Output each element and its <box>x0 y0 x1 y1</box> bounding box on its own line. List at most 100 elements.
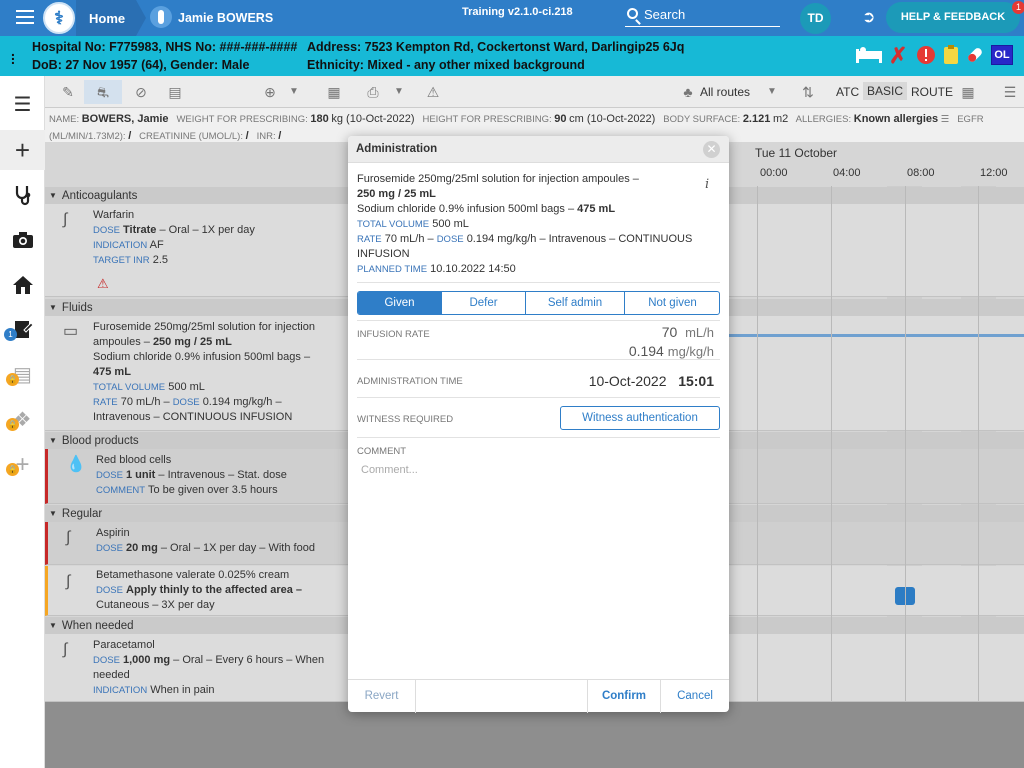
comment-input[interactable]: Comment... <box>361 464 418 476</box>
document-icon[interactable]: ▤ <box>163 80 187 104</box>
confirm-button[interactable]: Confirm <box>587 680 661 713</box>
list-view-icon[interactable]: ☰ <box>0 85 45 125</box>
name-label: NAME: <box>49 114 80 125</box>
creatinine-value: / <box>245 130 249 142</box>
comment-label: COMMENT <box>357 446 407 457</box>
oral-route-icon: ∫ <box>63 641 68 658</box>
search-field[interactable]: Search <box>625 5 780 27</box>
not-given-option[interactable]: Not given <box>625 292 719 314</box>
patient-name-crumb[interactable]: Jamie BOWERS <box>178 11 273 25</box>
allergies-label: ALLERGIES: <box>795 114 852 125</box>
total-volume-key: TOTAL VOLUME <box>357 219 430 230</box>
home-tab[interactable]: Home <box>76 0 136 36</box>
more-menu-icon[interactable]: ☰ <box>998 80 1022 104</box>
dialog-title: Administration <box>356 143 438 155</box>
print-icon[interactable]: ⎙ <box>361 80 385 104</box>
hour-label: 08:00 <box>907 167 935 179</box>
dose-rate-input[interactable]: 0.194 mg/kg/h <box>629 343 714 359</box>
grid-view-icon[interactable]: ▦ <box>956 80 980 104</box>
oral-route-icon: ∫ <box>63 211 68 228</box>
defer-option[interactable]: Defer <box>442 292 526 314</box>
self-admin-option[interactable]: Self admin <box>526 292 625 314</box>
hospital-number: Hospital No: F775983, NHS No: ###-###-##… <box>32 40 298 54</box>
hamburger-menu-icon[interactable] <box>16 10 34 24</box>
ol-badge-icon[interactable]: OL <box>991 45 1013 65</box>
administer-icon[interactable]: ⛐ <box>84 80 122 104</box>
route-view-button[interactable]: ROUTE <box>911 85 953 99</box>
witness-authentication-button[interactable]: Witness authentication <box>560 406 720 430</box>
calendar-icon[interactable]: ▦ <box>322 80 346 104</box>
egfr-label: EGFR <box>957 114 984 125</box>
administration-status-toggle: Given Defer Self admin Not given <box>357 291 720 315</box>
hour-label: 04:00 <box>833 167 861 179</box>
close-icon[interactable]: ✕ <box>703 141 720 158</box>
dose-detail: – Intravenous – Stat. dose <box>155 469 287 481</box>
routes-select[interactable]: All routes <box>700 85 750 99</box>
infusion-timeline-bar[interactable] <box>728 334 1024 337</box>
pill-icon[interactable] <box>965 45 985 67</box>
sidebar-count-badge: 1 <box>4 328 17 341</box>
dose-value: 0.194 mg/kg/h – Intravenous – CONTINUOUS <box>466 233 693 245</box>
med-name: Paracetamol <box>93 639 155 651</box>
cancel-button[interactable]: Cancel <box>661 680 729 713</box>
date-of-birth: DoB: 27 Nov 1957 (64), Gender: Male <box>32 58 250 72</box>
indication-key: INDICATION <box>93 240 148 251</box>
add-icon[interactable]: + <box>0 130 45 170</box>
stethoscope-icon[interactable] <box>0 175 45 215</box>
sort-icon[interactable]: ⇅ <box>796 80 820 104</box>
rate-input[interactable]: 70 mL/h <box>662 324 714 340</box>
infusion-rate-label: INFUSION RATE <box>357 329 430 340</box>
planned-time-key: PLANNED TIME <box>357 264 428 275</box>
route-detail: Intravenous – CONTINUOUS INFUSION <box>93 411 293 423</box>
med-name: Aspirin <box>96 527 130 539</box>
dose-key: DOSE <box>436 234 464 245</box>
lock-icon: 🔒 <box>6 463 19 476</box>
logout-icon[interactable]: ➲ <box>862 10 880 26</box>
given-option[interactable]: Given <box>358 292 442 314</box>
topical-route-icon: ∫ <box>66 573 71 590</box>
bed-icon[interactable] <box>855 45 883 67</box>
height-value: 90 <box>554 113 567 125</box>
allergies-list-icon[interactable]: ☰ <box>941 114 950 125</box>
warning-icon[interactable]: ⚠ <box>97 276 109 291</box>
chevron-down-icon[interactable]: ▼ <box>760 80 784 104</box>
user-avatar[interactable]: TD <box>800 3 831 34</box>
total-volume-value: 500 mL <box>432 218 469 230</box>
add-medication-icon[interactable]: ⊕ <box>258 80 282 104</box>
home-care-icon[interactable] <box>0 265 45 305</box>
basic-view-button[interactable]: BASIC <box>863 82 908 100</box>
edit-icon[interactable]: ✎ <box>56 80 80 104</box>
body-surface-unit: m2 <box>772 113 789 125</box>
name-value: BOWERS, Jamie <box>81 113 169 125</box>
pill-toolbar-icon[interactable]: ⊘ <box>129 80 153 104</box>
chevron-down-icon[interactable]: ▼ <box>387 80 411 104</box>
revert-button[interactable]: Revert <box>348 680 416 713</box>
info-icon[interactable]: i <box>705 177 715 192</box>
clipboard-icon[interactable] <box>943 45 959 67</box>
administration-datetime-field[interactable]: 10-Oct-2022 15:01 <box>589 373 714 389</box>
help-feedback-button[interactable]: HELP & FEEDBACK <box>886 2 1020 33</box>
alert-icon[interactable] <box>916 45 936 67</box>
more-options-icon[interactable]: ... <box>10 44 16 66</box>
patient-address: Address: 7523 Kempton Rd, Cockertonst Wa… <box>307 40 685 54</box>
chevron-down-icon[interactable]: ▼ <box>282 80 306 104</box>
camera-icon[interactable] <box>0 220 45 260</box>
dialog-footer: Revert Confirm Cancel <box>348 679 729 713</box>
dose-value: 0.194 mg/kg/h – <box>202 396 282 408</box>
home-label: Home <box>89 11 126 26</box>
route-detail: INFUSION <box>357 248 410 260</box>
gridline <box>905 186 906 701</box>
oral-route-icon: ∫ <box>66 529 71 546</box>
drug-name: Furosemide 250mg/25ml solution for injec… <box>357 173 639 185</box>
atc-view-button[interactable]: ATC <box>836 85 859 99</box>
gridline <box>757 186 758 701</box>
allergies-value[interactable]: Known allergies <box>854 113 938 125</box>
planned-time-value: 10.10.2022 14:50 <box>430 263 516 275</box>
lock-icon: 🔒 <box>6 373 19 386</box>
diluent-name: Sodium chloride 0.9% infusion 500ml bags… <box>93 351 311 363</box>
dose-value: 1,000 mg <box>123 654 171 666</box>
cross-icon[interactable]: ✗ <box>889 45 907 67</box>
warning-icon[interactable]: ⚠ <box>421 80 445 104</box>
hour-label: 00:00 <box>760 167 788 179</box>
dialog-header: Administration ✕ <box>348 136 729 163</box>
